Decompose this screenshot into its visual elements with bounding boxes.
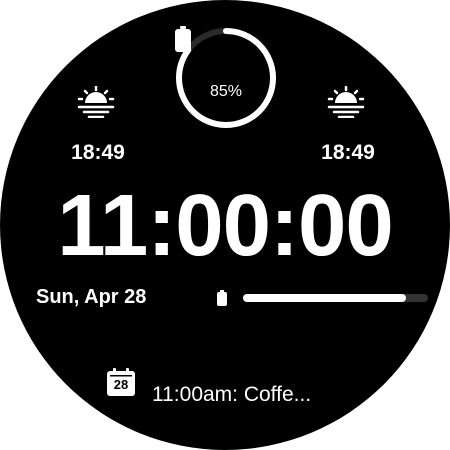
date-label[interactable]: Sun, Apr 28 [36,286,146,309]
calendar-icon[interactable]: 28 [107,368,135,396]
sunrise-icon [77,86,115,118]
digital-clock: 11:00:00 [57,177,393,274]
sunrise-time[interactable]: 18:49 [58,141,138,165]
sunset-icon [327,86,365,118]
small-battery-icon [217,290,227,306]
progress-track [243,294,428,302]
battery-complication[interactable]: 85% [174,26,278,130]
watch-face: 85% 18:49 18:49 11:00:00 Sun, Apr 28 28 … [0,0,450,450]
battery-percent: 85% [209,83,243,100]
calendar-event[interactable]: 11:00am: Coffe... [152,383,311,407]
sunset-time[interactable]: 18:49 [308,141,388,165]
calendar-day: 28 [113,377,129,392]
battery-icon [175,26,191,52]
progress-fill [243,294,406,302]
